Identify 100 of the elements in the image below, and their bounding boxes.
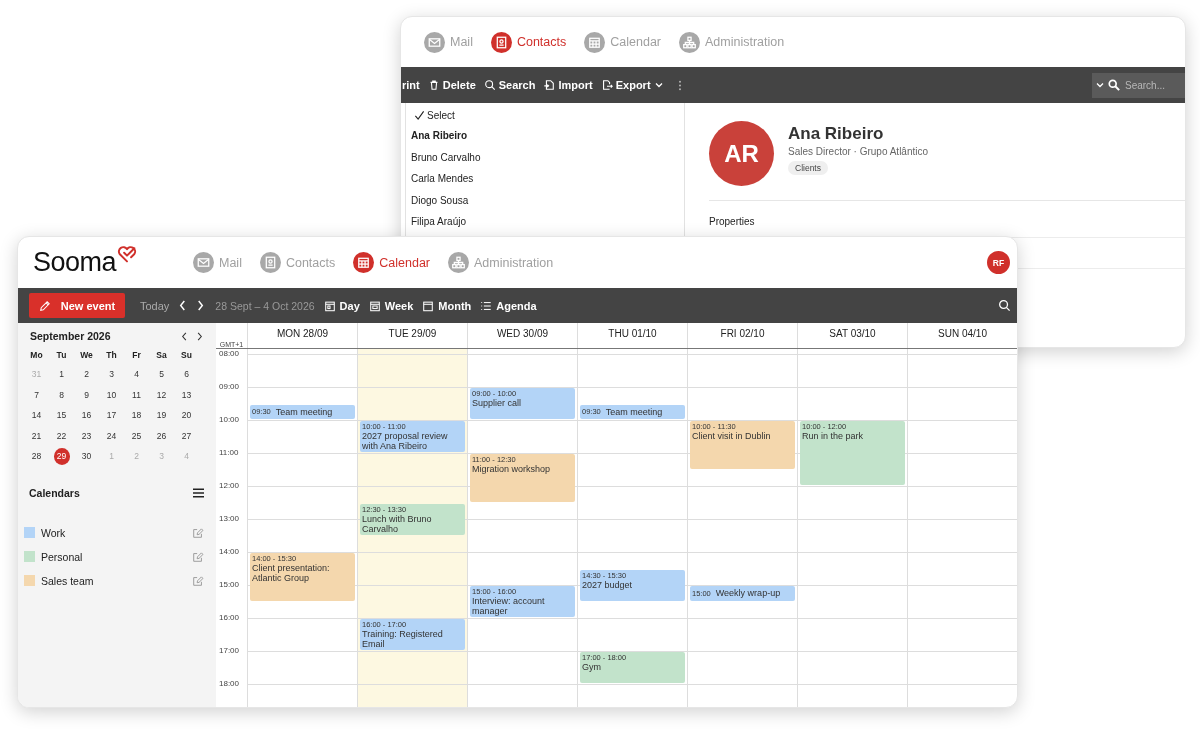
check-icon bbox=[414, 110, 425, 121]
calendars-heading: Calendars bbox=[29, 486, 80, 499]
date-cell[interactable]: 18 bbox=[128, 407, 145, 424]
search-box[interactable]: Search... bbox=[1092, 72, 1185, 98]
org-chart-icon bbox=[679, 31, 700, 53]
day-header: WED 30/09 bbox=[467, 323, 577, 348]
date-cell[interactable]: 10 bbox=[103, 386, 120, 403]
contact-item[interactable]: Diogo Sousa bbox=[406, 189, 474, 211]
date-cell[interactable]: 30 bbox=[78, 448, 95, 465]
date-cell[interactable]: 2 bbox=[78, 366, 95, 383]
hour-label: 10:00 bbox=[219, 415, 240, 424]
select-button[interactable]: Select bbox=[406, 107, 463, 125]
toolbar-button[interactable]: rint bbox=[402, 79, 420, 91]
user-avatar[interactable]: RF bbox=[987, 251, 1010, 274]
event-title: 2027 budget bbox=[582, 579, 634, 590]
date-cell[interactable]: 11 bbox=[128, 386, 145, 403]
view-button[interactable]: Day bbox=[323, 299, 360, 312]
date-cell[interactable]: 3 bbox=[103, 366, 120, 383]
toolbar-button[interactable]: Import bbox=[543, 79, 593, 91]
contact-avatar: AR bbox=[709, 121, 774, 186]
date-cell[interactable]: 13 bbox=[178, 386, 195, 403]
toolbar-button[interactable]: Export bbox=[600, 79, 664, 91]
hour-label: 12:00 bbox=[219, 481, 240, 490]
search-field[interactable]: Search... bbox=[1123, 78, 1177, 92]
calendar-name[interactable]: Sales team bbox=[41, 574, 94, 587]
date-cell[interactable]: 1 bbox=[53, 366, 70, 383]
date-cell[interactable]: 26 bbox=[153, 427, 170, 444]
contact-item[interactable]: Bruno Carvalho bbox=[406, 146, 486, 168]
toolbar-button[interactable]: Delete bbox=[427, 79, 476, 91]
calendar-name[interactable]: Personal bbox=[41, 550, 83, 563]
event-title: Gym bbox=[582, 662, 602, 672]
weekday-label: Fr bbox=[132, 349, 141, 362]
today-button[interactable]: Today bbox=[140, 299, 170, 312]
view-button[interactable]: Month bbox=[422, 299, 472, 312]
list-icon bbox=[480, 299, 493, 312]
weekday-label: We bbox=[80, 349, 93, 362]
date-cell[interactable]: 23 bbox=[78, 427, 95, 444]
calendar-icon bbox=[353, 252, 375, 273]
heart-icon bbox=[117, 245, 138, 263]
day-header: SUN 04/10 bbox=[907, 323, 1017, 348]
event-title: Migration workshop bbox=[472, 464, 552, 474]
hour-label: 08:00 bbox=[219, 349, 240, 358]
date-cell[interactable]: 19 bbox=[153, 407, 170, 424]
tag: Clients bbox=[788, 161, 828, 175]
contact-item[interactable]: Filipa Araújo bbox=[406, 211, 472, 233]
date-cell[interactable]: 8 bbox=[53, 386, 70, 403]
date-cell[interactable]: 22 bbox=[53, 427, 70, 444]
event-title: Supplier call bbox=[472, 398, 523, 408]
date-cell[interactable]: 20 bbox=[178, 407, 195, 424]
event-title: Run in the park bbox=[802, 431, 865, 441]
date-cell[interactable]: 21 bbox=[28, 427, 45, 444]
event-title: Team meeting bbox=[605, 406, 663, 417]
next-icon[interactable] bbox=[196, 299, 206, 312]
date-cell[interactable]: 17 bbox=[103, 407, 120, 424]
event-title: Client visit in Dublin bbox=[692, 431, 772, 441]
event-title: Client presentation: Atlantic Group bbox=[252, 563, 331, 583]
date-cell[interactable]: 25 bbox=[128, 427, 145, 444]
next-icon[interactable] bbox=[195, 330, 204, 342]
toolbar-button[interactable]: Search bbox=[483, 79, 536, 91]
contact-item[interactable]: Carla Mendes bbox=[406, 168, 479, 190]
date-cell[interactable]: 7 bbox=[28, 386, 45, 403]
date-cell[interactable]: 4 bbox=[128, 366, 145, 383]
date-range: 28 Sept – 4 Oct 2026 bbox=[215, 299, 315, 312]
search-icon bbox=[1108, 79, 1120, 91]
section-heading: Properties bbox=[709, 215, 755, 229]
event-title: Lunch with Bruno Carvalho bbox=[362, 513, 433, 534]
hour-label: 09:00 bbox=[219, 382, 240, 391]
calendar-name[interactable]: Work bbox=[41, 526, 66, 539]
date-cell[interactable]: 16 bbox=[78, 407, 95, 424]
previous-icon[interactable] bbox=[178, 299, 188, 312]
new-event-button[interactable]: New event bbox=[29, 293, 125, 318]
date-cell[interactable]: 15 bbox=[53, 407, 70, 424]
search-icon bbox=[483, 79, 496, 91]
menu-icon[interactable] bbox=[193, 487, 204, 498]
date-cell[interactable]: 27 bbox=[178, 427, 195, 444]
search-icon[interactable] bbox=[998, 299, 1011, 312]
date-cell[interactable]: 9 bbox=[78, 386, 95, 403]
day-header: SAT 03/10 bbox=[797, 323, 907, 348]
date-cell[interactable]: 29 bbox=[53, 448, 70, 465]
previous-icon[interactable] bbox=[180, 330, 189, 342]
nav-tab[interactable]: Contacts bbox=[490, 31, 567, 53]
date-cell[interactable]: 5 bbox=[153, 366, 170, 383]
view-button[interactable]: Agenda bbox=[480, 299, 537, 312]
import-icon bbox=[543, 79, 556, 91]
contact-subtitle: Sales Director · Grupo Atlântico bbox=[788, 146, 929, 157]
weekday-label: Mo bbox=[30, 349, 43, 362]
day-header: FRI 02/10 bbox=[687, 323, 797, 348]
more-icon[interactable] bbox=[677, 78, 682, 92]
date-cell[interactable]: 6 bbox=[178, 366, 195, 383]
day-header: TUE 29/09 bbox=[357, 323, 467, 348]
date-cell[interactable]: 12 bbox=[153, 386, 170, 403]
date-cell[interactable]: 28 bbox=[28, 448, 45, 465]
contact-item[interactable]: Ana Ribeiro bbox=[406, 125, 473, 147]
nav-tab[interactable]: Calendar bbox=[353, 252, 430, 273]
event-title: Weekly wrap-up bbox=[715, 588, 781, 599]
date-cell[interactable]: 14 bbox=[28, 407, 45, 424]
view-button[interactable]: Week bbox=[368, 299, 414, 312]
weekday-label: Sa bbox=[156, 349, 167, 362]
date-cell[interactable]: 24 bbox=[103, 427, 120, 444]
mail-icon bbox=[424, 31, 445, 53]
